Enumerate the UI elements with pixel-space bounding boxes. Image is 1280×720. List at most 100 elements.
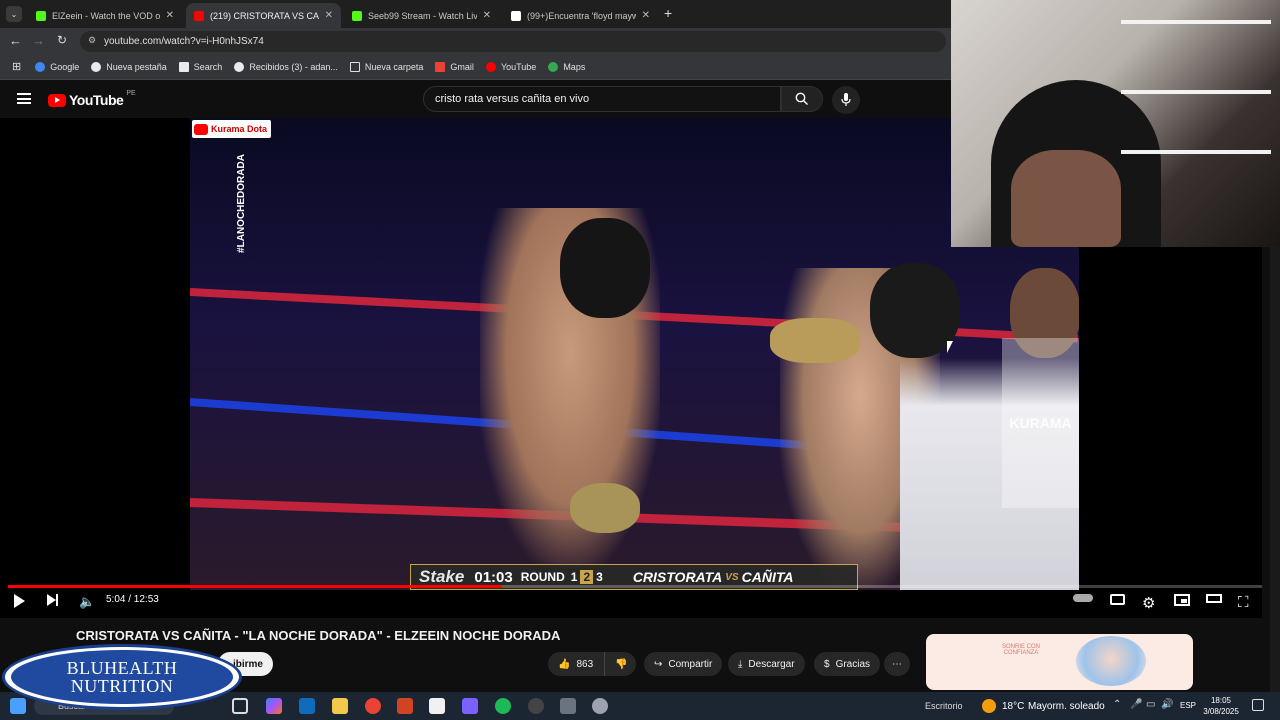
spotify-icon[interactable] <box>495 698 511 714</box>
network-icon[interactable]: ▭ <box>1146 699 1155 710</box>
region-code: PE <box>126 89 136 97</box>
close-icon[interactable]: ✕ <box>166 10 174 21</box>
side-watermark: KURAMA <box>1002 338 1079 508</box>
side-watermark-text: KURAMA <box>1009 415 1072 431</box>
subtitles-icon <box>1110 594 1125 605</box>
voice-search-button[interactable] <box>832 86 860 114</box>
notepad-icon[interactable] <box>429 698 445 714</box>
close-icon[interactable]: ✕ <box>483 10 491 21</box>
next-button[interactable] <box>47 594 58 606</box>
round-label: ROUND <box>520 570 565 584</box>
fullscreen-icon: ⛶ <box>1238 594 1249 611</box>
channel-watermark: Kurama Dota <box>192 120 272 138</box>
round-2-current: 2 <box>580 570 594 584</box>
microphone-icon[interactable]: 🎤 <box>1130 699 1142 710</box>
like-button[interactable]: 👍 863 <box>548 652 604 676</box>
copilot-icon[interactable] <box>266 698 282 714</box>
bookmark-gmail[interactable]: Gmail <box>435 61 474 72</box>
forward-icon[interactable]: → <box>32 33 45 48</box>
discord-icon[interactable] <box>462 698 478 714</box>
glove <box>570 483 640 533</box>
screen: ⌄ ElZeein - Watch the VOD on Ki ✕ (219) … <box>0 0 1280 720</box>
windows-start-icon[interactable] <box>10 698 26 714</box>
bookmark-nueva-pestana[interactable]: Nueva pestaña <box>91 61 167 72</box>
page-scrollbar[interactable] <box>1270 247 1280 692</box>
kick-icon <box>36 10 46 21</box>
autoplay-icon <box>1073 594 1093 602</box>
youtube-play-icon <box>48 93 66 107</box>
apps-icon[interactable]: ⊞ <box>12 60 21 73</box>
settings-button[interactable]: ⚙ <box>1142 594 1155 612</box>
powerpoint-icon[interactable] <box>397 698 413 714</box>
theater-icon <box>1206 594 1222 603</box>
menu-icon[interactable] <box>17 93 31 104</box>
subtitles-button[interactable] <box>1110 594 1125 605</box>
thanks-label: Gracias <box>835 658 871 670</box>
clock[interactable]: 18:05 3/08/2025 <box>1200 695 1242 717</box>
task-view-icon[interactable] <box>232 698 248 714</box>
dislike-button[interactable]: 👎 <box>604 652 636 676</box>
youtube-logo-text: YouTube <box>69 92 124 108</box>
bookmark-nueva-carpeta[interactable]: Nueva carpeta <box>349 61 423 72</box>
tab-elzeein[interactable]: ElZeein - Watch the VOD on Ki ✕ <box>28 3 182 28</box>
progress-bar[interactable] <box>8 585 1262 588</box>
close-icon[interactable]: ✕ <box>325 10 333 21</box>
app-icon[interactable] <box>560 698 576 714</box>
share-icon: ↪ <box>654 658 663 670</box>
download-button[interactable]: ⤓ Descargar <box>728 652 805 676</box>
share-button[interactable]: ↪ Compartir <box>644 652 723 676</box>
clock-time: 18:05 <box>1210 696 1232 705</box>
tab-tiktok[interactable]: (99+)Encuentra 'floyd mayweat ✕ <box>503 3 658 28</box>
obs-icon[interactable] <box>528 698 544 714</box>
shelf <box>1121 90 1271 94</box>
volume-icon: 🔈 <box>79 594 96 609</box>
miniplayer-button[interactable] <box>1174 594 1190 606</box>
search-icon <box>795 92 808 105</box>
outlook-icon[interactable] <box>299 698 315 714</box>
desktop-label[interactable]: Escritorio <box>925 701 963 711</box>
weather-text[interactable]: Mayorm. soleado <box>1028 701 1105 712</box>
back-icon[interactable]: ← <box>9 33 22 48</box>
file-explorer-icon[interactable] <box>332 698 348 714</box>
chrome-icon[interactable] <box>365 698 381 714</box>
logo-line1: BLUHEALTH <box>66 658 178 678</box>
tab-search-button[interactable]: ⌄ <box>6 6 22 22</box>
tab-cristorata[interactable]: (219) CRISTORATA VS CAÑITA - ✕ <box>186 3 341 28</box>
theater-button[interactable] <box>1206 594 1222 603</box>
ad-banner[interactable]: SONRIE CON CONFIANZA <box>926 634 1193 690</box>
thanks-button[interactable]: $ Gracias <box>814 652 881 676</box>
player-controls: 🔈 5:04 / 12:53 ⚙ ⛶ <box>0 585 1262 618</box>
more-actions-button[interactable]: ⋯ <box>884 652 910 676</box>
close-icon[interactable]: ✕ <box>642 10 650 21</box>
temperature[interactable]: 18°C <box>1002 701 1024 712</box>
volume-button[interactable]: 🔈 <box>79 594 95 610</box>
tab-seeb99[interactable]: Seeb99 Stream - Watch Live on ✕ <box>344 3 499 28</box>
reload-icon[interactable]: ↻ <box>57 33 67 47</box>
site-info-icon[interactable]: ⚙ <box>88 35 96 46</box>
thanks-icon: $ <box>824 658 830 670</box>
fullscreen-button[interactable]: ⛶ <box>1238 594 1249 611</box>
address-bar[interactable]: ⚙ youtube.com/watch?v=i-H0nhJSx74 <box>80 31 946 52</box>
hashtag-text: #LANOCHEDORADA <box>235 153 247 253</box>
chevron-up-icon[interactable]: ⌃ <box>1113 699 1121 710</box>
tab-title: (219) CRISTORATA VS CAÑITA - <box>210 10 319 21</box>
bookmark-search[interactable]: Search <box>178 61 222 72</box>
play-icon <box>14 594 25 608</box>
search-button[interactable] <box>781 86 823 112</box>
bookmark-google[interactable]: Google <box>35 61 79 72</box>
new-tab-button[interactable]: + <box>664 5 672 21</box>
mouse-cursor <box>947 341 953 353</box>
channel-watermark-text: Kurama Dota <box>211 124 268 134</box>
app-icon[interactable] <box>592 698 608 714</box>
notifications-icon[interactable] <box>1252 699 1264 711</box>
youtube-logo[interactable]: YouTube PE <box>48 89 136 108</box>
language-indicator[interactable]: ESP <box>1180 701 1196 710</box>
search-input[interactable]: cristo rata versus cañita en vivo <box>423 86 781 112</box>
bookmark-maps[interactable]: Maps <box>548 61 585 72</box>
autoplay-toggle[interactable] <box>1073 594 1093 602</box>
speaker-icon[interactable]: 🔊 <box>1161 699 1173 710</box>
bookmark-recibidos[interactable]: Recibidos (3) - adan... <box>234 61 338 72</box>
ad-text: SONRIE CON CONFIANZA <box>1001 644 1040 656</box>
play-button[interactable] <box>14 594 25 608</box>
bookmark-youtube[interactable]: YouTube <box>485 61 536 72</box>
